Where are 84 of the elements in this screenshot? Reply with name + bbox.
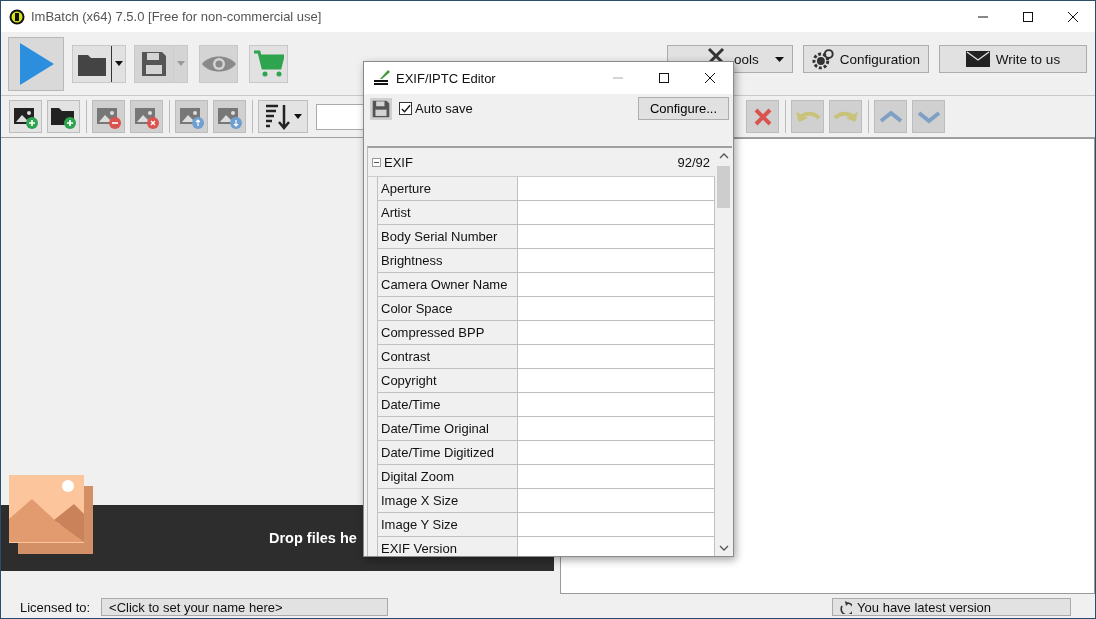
configuration-button[interactable]: Configuration [803, 45, 929, 73]
property-value-field[interactable] [518, 393, 715, 417]
property-name: Brightness [377, 249, 518, 273]
add-image-button[interactable] [9, 100, 42, 133]
sort-icon [264, 103, 291, 130]
add-folder-button[interactable] [47, 100, 80, 133]
property-name: Image X Size [377, 489, 518, 513]
property-value-field[interactable] [518, 273, 715, 297]
clear-images-button[interactable] [130, 100, 163, 133]
property-value-field[interactable] [518, 201, 715, 225]
auto-save-checkbox[interactable] [399, 102, 412, 115]
scroll-down-icon [718, 544, 729, 552]
property-value-field[interactable] [518, 513, 715, 537]
cart-icon [253, 50, 284, 77]
property-name: Aperture [377, 177, 518, 201]
caret-icon [293, 114, 302, 119]
dialog-title: EXIF/IPTC Editor [396, 70, 496, 86]
property-name: Compressed BPP [377, 321, 518, 345]
sort-button[interactable] [258, 100, 308, 133]
move-down-button[interactable] [912, 100, 945, 133]
property-value-field[interactable] [518, 225, 715, 249]
property-name: Date/Time Original [377, 417, 518, 441]
checkmark-icon [400, 103, 411, 114]
property-value-field[interactable] [518, 249, 715, 273]
move-up-button[interactable] [175, 100, 208, 133]
version-status: You have latest version [832, 598, 1072, 616]
property-value-field[interactable] [518, 489, 715, 513]
property-name: Artist [377, 201, 518, 225]
property-value-field[interactable] [518, 369, 715, 393]
open-button[interactable] [72, 44, 126, 83]
property-name: Digital Zoom [377, 465, 518, 489]
property-value-field[interactable] [518, 177, 715, 201]
maximize-icon [658, 72, 670, 84]
cross-icon [752, 106, 773, 127]
scrollbar-thumb[interactable] [717, 166, 730, 208]
caret-icon [176, 61, 185, 66]
property-name: Image Y Size [377, 513, 518, 537]
delete-button[interactable] [746, 100, 779, 133]
property-name: Date/Time [377, 393, 518, 417]
property-name: Camera Owner Name [377, 273, 518, 297]
property-name: Date/Time Digitized [377, 441, 518, 465]
buy-button[interactable] [249, 44, 288, 83]
maximize-icon [1021, 10, 1034, 23]
close-icon [704, 72, 716, 84]
write-to-us-button[interactable]: Write to us [939, 45, 1087, 73]
license-name-field[interactable]: <Click to set your name here> [101, 598, 389, 616]
save-button[interactable] [370, 98, 392, 120]
property-name: Body Serial Number [377, 225, 518, 249]
close-icon [1066, 10, 1079, 23]
move-up-button[interactable] [874, 100, 907, 133]
scroll-up-icon [718, 152, 729, 160]
property-value-field[interactable] [518, 465, 715, 489]
app-logo-icon [9, 8, 25, 25]
gear-icon [812, 48, 834, 70]
caret-icon [114, 61, 123, 66]
property-value-field[interactable] [518, 537, 715, 556]
property-value-field[interactable] [518, 417, 715, 441]
window-title: ImBatch (x64) 7.5.0 [Free for non-commercial use] [31, 9, 322, 24]
configure-button[interactable]: Configure... [638, 97, 729, 120]
undo-icon [794, 109, 821, 124]
image-icon [8, 474, 94, 555]
property-name: Copyright [377, 369, 518, 393]
property-name: Color Space [377, 297, 518, 321]
undo-button[interactable] [791, 100, 824, 133]
redo-button[interactable] [829, 100, 862, 133]
remove-image-button[interactable] [92, 100, 125, 133]
run-button[interactable] [8, 36, 64, 91]
save-button[interactable] [134, 44, 188, 83]
property-value-field[interactable] [518, 345, 715, 369]
auto-save-label: Auto save [415, 101, 473, 116]
property-name: EXIF Version [377, 537, 518, 556]
envelope-icon [965, 51, 990, 67]
preview-button[interactable] [199, 44, 238, 83]
redo-icon [832, 109, 859, 124]
property-value-field[interactable] [518, 441, 715, 465]
property-value-field[interactable] [518, 297, 715, 321]
drop-hint: Drop files he [269, 530, 357, 546]
refresh-icon [838, 600, 853, 614]
caret-icon [775, 56, 784, 62]
exif-icon [372, 69, 390, 87]
move-down-button[interactable] [213, 100, 246, 133]
license-label: Licensed to: [20, 599, 91, 615]
property-name: Contrast [377, 345, 518, 369]
property-value-field[interactable] [518, 321, 715, 345]
